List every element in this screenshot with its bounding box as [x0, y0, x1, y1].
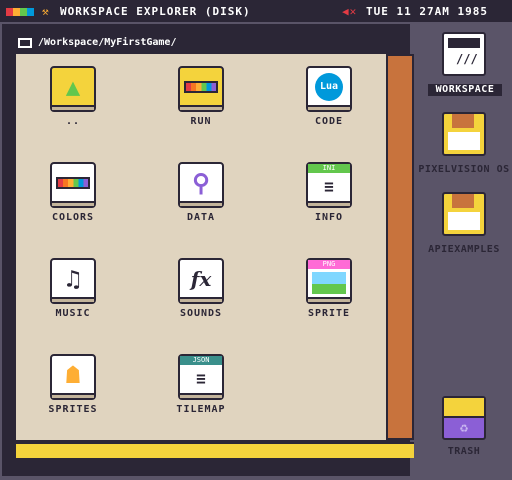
file-item-sprite[interactable]: PNG SPRITE — [279, 258, 379, 348]
wrench-menu-icon[interactable]: ⚒ — [42, 5, 50, 18]
sidebar-item-workspace[interactable]: /// WORKSPACE — [416, 32, 512, 98]
speaker-muted-icon[interactable]: ◀✕ — [342, 5, 357, 18]
file-item-data[interactable]: ⚲ DATA — [151, 162, 251, 252]
computer-icon: /// — [442, 32, 486, 76]
fx-icon: fx — [178, 258, 224, 304]
scrollbar-thumb[interactable] — [388, 56, 412, 438]
path-bar: /Workspace/MyFirstGame/ — [16, 34, 410, 52]
lua-icon: Lua — [306, 66, 352, 112]
file-item-info[interactable]: INI ≡ INFO — [279, 162, 379, 252]
file-label: MUSIC — [55, 308, 91, 319]
file-label: CODE — [314, 116, 344, 127]
file-item-code[interactable]: Lua CODE — [279, 66, 379, 156]
colors-icon — [50, 162, 96, 208]
file-item-music[interactable]: ♫ MUSIC — [23, 258, 123, 348]
file-item-colors[interactable]: COLORS — [23, 162, 123, 252]
file-item-tilemap[interactable]: JSON ≡ TILEMAP — [151, 354, 251, 444]
sidebar-item-apiexamples[interactable]: APIEXAMPLES — [416, 192, 512, 258]
png-badge: PNG — [308, 260, 350, 269]
disk-icon — [442, 192, 486, 236]
sidebar-item-pixelvision-os[interactable]: PIXELVISION OS — [416, 112, 512, 188]
file-label: COLORS — [51, 212, 95, 223]
sprite-icon: ☗ — [50, 354, 96, 400]
file-label: SPRITE — [307, 308, 351, 319]
top-menu-bar: ⚒ WORKSPACE EXPLORER (DISK) ◀✕ TUE 11 27… — [0, 0, 512, 22]
file-label: INFO — [314, 212, 344, 223]
disk-icon — [442, 112, 486, 156]
file-item-sprites[interactable]: ☗ SPRITES — [23, 354, 123, 444]
trash-icon: ♻ — [442, 396, 486, 440]
run-icon — [178, 66, 224, 112]
file-item-sounds[interactable]: fx SOUNDS — [151, 258, 251, 348]
sidebar-label: WORKSPACE — [428, 84, 502, 96]
file-label: RUN — [190, 116, 212, 127]
png-file-icon: PNG — [306, 258, 352, 304]
up-folder-icon: ▲ — [50, 66, 96, 112]
sidebar-label: APIEXAMPLES — [428, 244, 500, 255]
lua-badge: Lua — [315, 72, 343, 101]
file-label: .. — [65, 116, 81, 127]
file-item-run[interactable]: RUN — [151, 66, 251, 156]
path-text: /Workspace/MyFirstGame/ — [38, 37, 177, 48]
file-label: SPRITES — [48, 404, 98, 415]
window-title: WORKSPACE EXPLORER (DISK) — [60, 5, 251, 18]
file-label: DATA — [186, 212, 216, 223]
clock: TUE 11 27AM 1985 — [366, 5, 488, 18]
file-area: ▲ .. RUN Lua CODE COLORS ⚲ DATA INI ≡ IN… — [16, 54, 386, 440]
sidebar-label: TRASH — [447, 446, 481, 457]
ini-file-icon: INI ≡ — [306, 162, 352, 208]
horizontal-scrollbar[interactable] — [16, 442, 414, 458]
file-item-up[interactable]: ▲ .. — [23, 66, 123, 156]
music-note-icon: ♫ — [50, 258, 96, 304]
pixelvision-logo-icon[interactable] — [6, 5, 34, 18]
folder-icon — [18, 38, 32, 48]
sidebar-label: PIXELVISION OS — [418, 164, 510, 175]
wrench-icon: ⚲ — [178, 162, 224, 208]
file-label: TILEMAP — [176, 404, 226, 415]
file-label: SOUNDS — [179, 308, 223, 319]
sidebar-item-trash[interactable]: ♻ TRASH — [416, 396, 512, 462]
json-file-icon: JSON ≡ — [178, 354, 224, 400]
